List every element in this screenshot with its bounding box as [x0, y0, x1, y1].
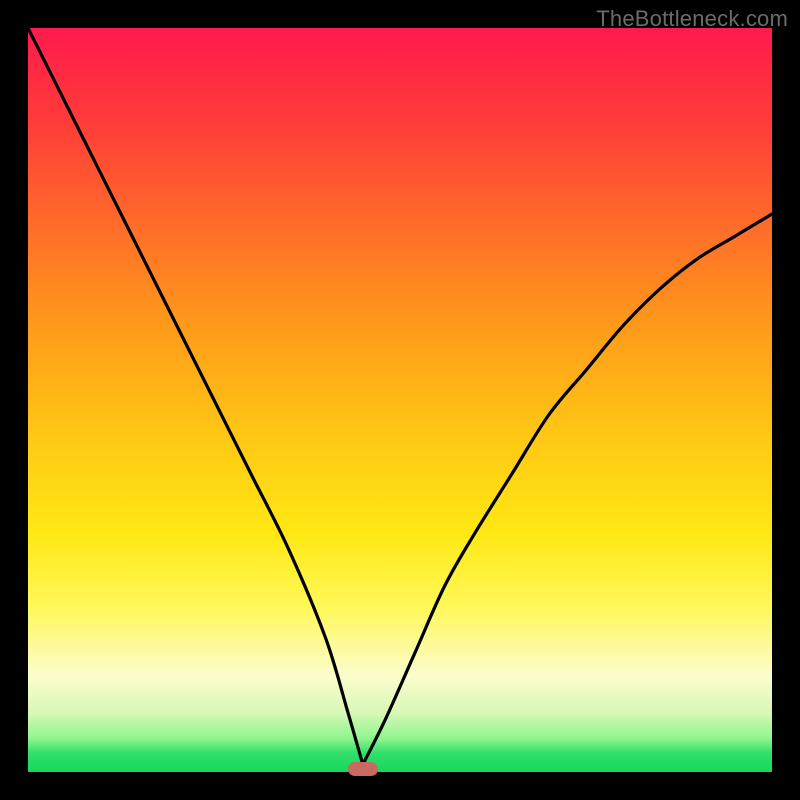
- optimum-marker: [348, 762, 378, 776]
- bottleneck-curve: [28, 28, 772, 772]
- chart-frame: TheBottleneck.com: [0, 0, 800, 800]
- plot-area: [28, 28, 772, 772]
